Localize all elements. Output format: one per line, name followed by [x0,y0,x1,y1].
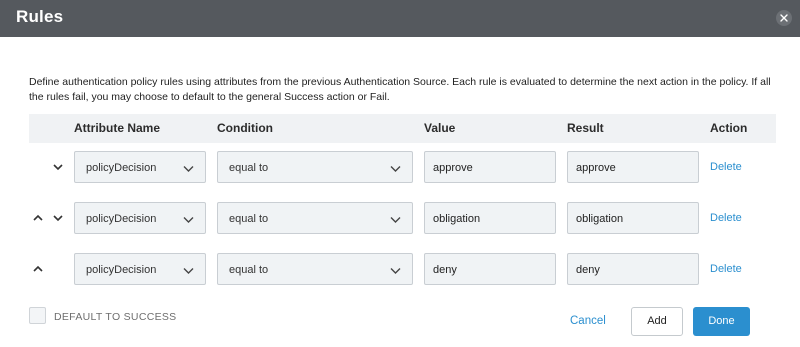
chevron-down-icon [183,164,194,176]
add-rule-button[interactable]: Add [631,307,683,336]
attribute-name-value: policyDecision [86,264,157,276]
cancel-button[interactable]: Cancel [570,315,606,327]
default-to-success-checkbox[interactable] [29,307,46,324]
table-row: policyDecision equal to obligation oblig… [29,202,776,236]
chevron-down-icon [183,266,194,278]
value-input[interactable]: approve [424,151,556,183]
condition-select[interactable]: equal to [217,151,413,183]
attribute-name-select[interactable]: policyDecision [74,253,206,285]
delete-rule-link[interactable]: Delete [710,263,742,275]
result-input[interactable]: deny [567,253,699,285]
chevron-down-icon [183,215,194,227]
move-up-icon[interactable] [31,211,45,225]
attribute-name-select[interactable]: policyDecision [74,202,206,234]
chevron-down-icon [390,266,401,278]
delete-rule-link[interactable]: Delete [710,161,742,173]
header-condition: Condition [217,121,273,135]
condition-value: equal to [229,264,269,276]
table-row: policyDecision equal to deny deny Delete [29,253,776,287]
done-button[interactable]: Done [693,307,750,336]
header-value: Value [424,121,456,135]
move-down-icon[interactable] [51,160,65,174]
default-to-success-label: DEFAULT TO SUCCESS [54,311,177,323]
dialog-title: Rules [16,7,64,26]
condition-value: equal to [229,162,269,174]
condition-value: equal to [229,213,269,225]
move-down-icon[interactable] [51,211,65,225]
result-input[interactable]: approve [567,151,699,183]
value-input[interactable]: obligation [424,202,556,234]
chevron-down-icon [390,215,401,227]
condition-select[interactable]: equal to [217,253,413,285]
chevron-down-icon [390,164,401,176]
table-row: policyDecision equal to approve approve … [29,151,776,185]
move-up-icon[interactable] [31,262,45,276]
attribute-name-select[interactable]: policyDecision [74,151,206,183]
header-action: Action [710,121,748,135]
dialog-header: Rules [0,0,800,37]
result-input[interactable]: obligation [567,202,699,234]
header-attribute-name: Attribute Name [74,121,161,135]
attribute-name-value: policyDecision [86,162,157,174]
rules-table-header: Attribute Name Condition Value Result Ac… [29,114,776,143]
close-icon[interactable] [776,10,792,26]
attribute-name-value: policyDecision [86,213,157,225]
dialog-description: Define authentication policy rules using… [29,76,771,103]
value-input[interactable]: deny [424,253,556,285]
delete-rule-link[interactable]: Delete [710,212,742,224]
header-result: Result [567,121,604,135]
condition-select[interactable]: equal to [217,202,413,234]
